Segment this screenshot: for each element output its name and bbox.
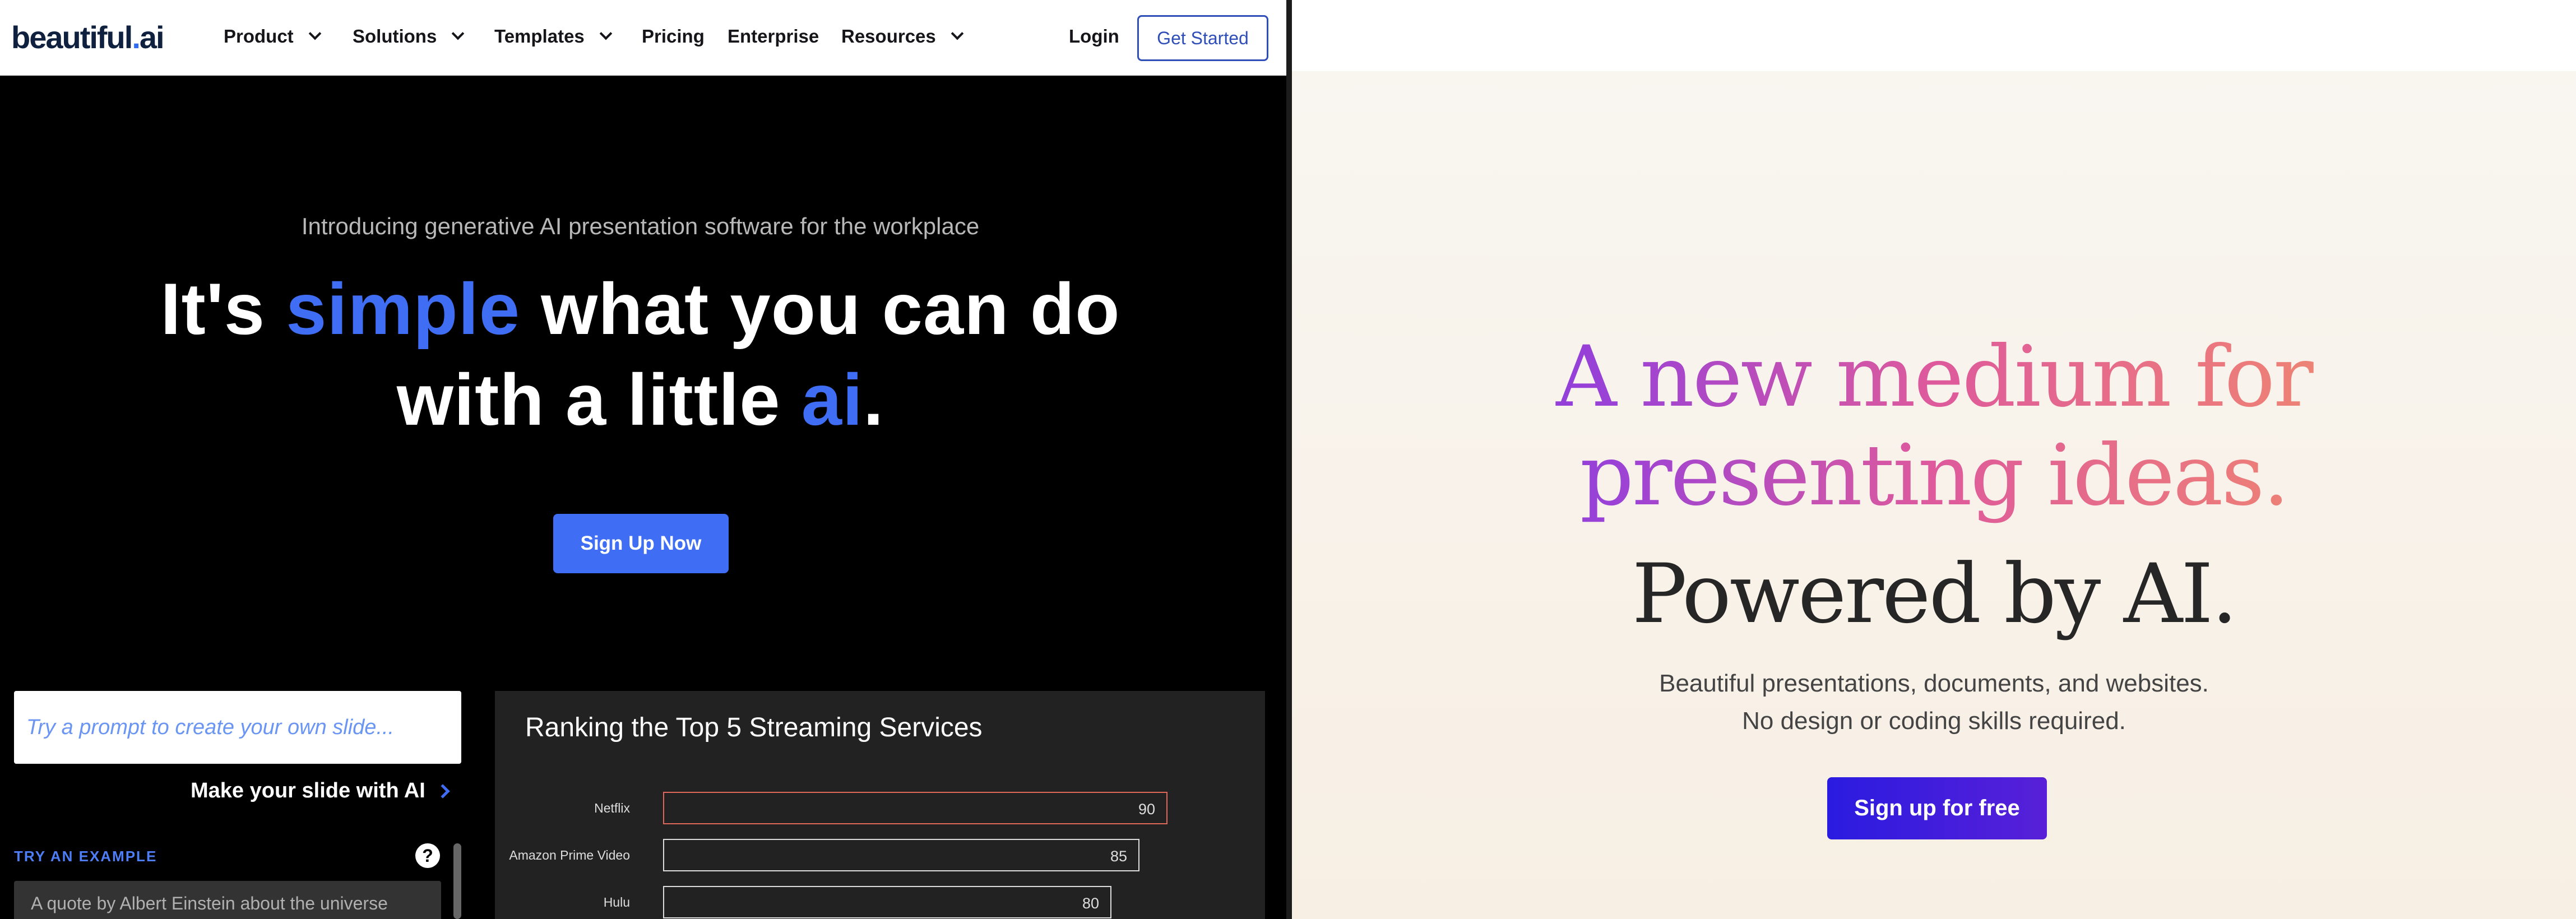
headline-line-1: A new medium for [1556, 328, 2312, 426]
bar-row: Amazon Prime Video 85 [495, 839, 1265, 871]
bar-row: Hulu 80 [495, 886, 1265, 918]
hero-highlight: ai [801, 359, 864, 440]
hero-text: . [863, 359, 884, 440]
example-prompt-item[interactable]: A quote by Albert Einstein about the uni… [14, 881, 441, 919]
help-icon[interactable]: ? [415, 843, 440, 868]
login-link[interactable]: Login [1069, 26, 1119, 47]
nav-label: Solutions [353, 26, 437, 47]
subheading-1: Beautiful presentations, documents, and … [1659, 670, 2209, 697]
chevron-down-icon [452, 27, 465, 40]
make-slide-button[interactable]: Make your slide with AI [191, 779, 450, 803]
nav-label: Resources [841, 26, 936, 47]
nav-item-pricing[interactable]: Pricing [642, 26, 705, 47]
bar: 90 [663, 792, 1167, 824]
hero-highlight: simple [286, 268, 521, 350]
logo-dot: . [132, 20, 141, 55]
nav-item-enterprise[interactable]: Enterprise [728, 26, 819, 47]
powered-by-ai: Powered by AI. [1632, 546, 2238, 642]
chevron-down-icon [308, 27, 321, 40]
top-navbar: beautiful.ai Product Solutions Templates… [0, 0, 1286, 76]
bar-label: Hulu [603, 895, 630, 909]
logo-suffix: ai [139, 20, 165, 55]
sign-up-free-button[interactable]: Sign up for free [1827, 777, 2047, 839]
nav-item-product[interactable]: Product [224, 26, 321, 47]
slide-preview: Ranking the Top 5 Streaming Services Net… [495, 691, 1265, 919]
examples-scrollbar[interactable] [453, 843, 461, 919]
chevron-down-icon [951, 27, 964, 40]
bar-value-label: 80 [1082, 895, 1099, 912]
nav-item-templates[interactable]: Templates [494, 26, 613, 47]
bar-value-label: 85 [1110, 848, 1127, 865]
hero-heading: It's simple what you can do with a littl… [0, 263, 1281, 445]
hero-headline: A new medium for presenting ideas. [1292, 328, 2576, 525]
subheading-2: No design or coding skills required. [1742, 707, 2126, 735]
logo-main: beautiful [11, 20, 133, 55]
bar: 85 [663, 839, 1139, 871]
bar-value-label: 90 [1138, 801, 1155, 818]
hero-text: with a little [396, 359, 801, 440]
get-started-button[interactable]: Get Started [1137, 15, 1268, 61]
sign-up-now-button[interactable]: Sign Up Now [553, 514, 729, 573]
nav-label: Enterprise [728, 26, 819, 47]
right-header-area [1292, 0, 2576, 71]
logo[interactable]: beautiful.ai [11, 19, 165, 55]
nav-label: Product [224, 26, 294, 47]
left-browser-panel: beautiful.ai Product Solutions Templates… [0, 0, 1286, 919]
bar-label: Netflix [594, 801, 630, 815]
make-slide-label: Make your slide with AI [191, 779, 425, 802]
prompt-input[interactable] [14, 691, 461, 764]
bar-label: Amazon Prime Video [509, 848, 630, 862]
chevron-right-icon [435, 783, 450, 799]
hero-intro: Introducing generative AI presentation s… [301, 213, 980, 239]
bar: 80 [663, 886, 1111, 918]
bar-row: Netflix 90 [495, 792, 1265, 824]
nav-label: Pricing [642, 26, 705, 47]
right-browser-panel: A new medium for presenting ideas. Power… [1286, 0, 2576, 919]
hero-text: It's [160, 268, 286, 350]
nav-item-resources[interactable]: Resources [841, 26, 964, 47]
headline-line-2: presenting ideas. [1579, 427, 2288, 525]
hero-text: what you can do [520, 268, 1120, 350]
try-example-label: TRY AN EXAMPLE [14, 848, 157, 865]
nav-label: Templates [494, 26, 585, 47]
nav-item-solutions[interactable]: Solutions [353, 26, 465, 47]
chevron-down-icon [599, 27, 613, 40]
slide-title: Ranking the Top 5 Streaming Services [525, 713, 983, 742]
